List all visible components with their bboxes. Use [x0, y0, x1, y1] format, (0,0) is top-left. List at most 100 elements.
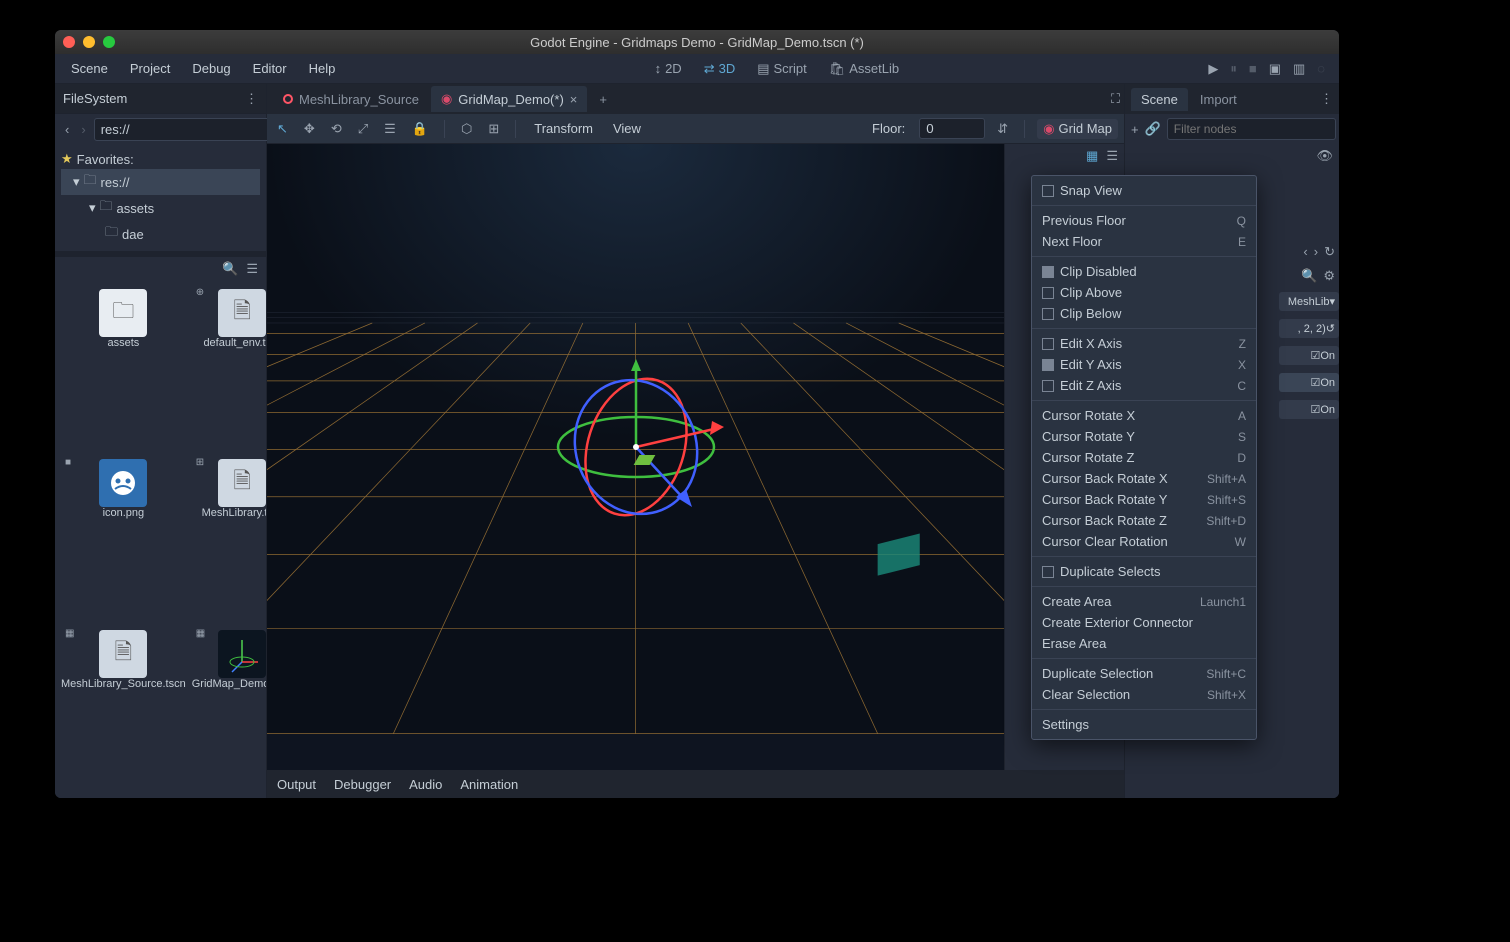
- list-tool-icon[interactable]: ☰: [380, 119, 400, 139]
- file-item[interactable]: ⊕🗎default_env.tres: [190, 285, 266, 453]
- menu-debug[interactable]: Debug: [182, 57, 240, 80]
- dock-menu-icon[interactable]: ⋮: [1320, 91, 1333, 107]
- file-item[interactable]: ▦🗎MeshLibrary_Source.tscn: [59, 626, 188, 794]
- ws-2d[interactable]: ↕2D: [647, 58, 690, 79]
- play-icon[interactable]: ▶: [1208, 61, 1218, 77]
- minimize-icon[interactable]: [83, 36, 95, 48]
- menu-project[interactable]: Project: [120, 57, 180, 80]
- settings-icon[interactable]: ⚙: [1323, 268, 1335, 284]
- dropdown-item[interactable]: Clip Below: [1032, 303, 1256, 324]
- dropdown-item[interactable]: Clip Above: [1032, 282, 1256, 303]
- list-view-icon[interactable]: ☰: [1106, 148, 1118, 164]
- dropdown-item[interactable]: Next FloorE: [1032, 231, 1256, 252]
- distraction-free-icon[interactable]: ⛶: [1107, 89, 1124, 109]
- ws-script[interactable]: ▤Script: [749, 58, 815, 80]
- nav-fwd-icon[interactable]: ›: [77, 120, 89, 139]
- tree-favorites[interactable]: ★Favorites:: [61, 149, 260, 169]
- zoom-icon[interactable]: [103, 36, 115, 48]
- dropdown-item[interactable]: Create AreaLaunch1: [1032, 591, 1256, 612]
- dropdown-item[interactable]: Cursor Rotate XA: [1032, 405, 1256, 426]
- tab-import[interactable]: Import: [1190, 88, 1247, 111]
- dropdown-item[interactable]: Duplicate SelectionShift+C: [1032, 663, 1256, 684]
- tab-output[interactable]: Output: [277, 777, 316, 792]
- transform-gizmo[interactable]: [536, 347, 736, 547]
- tab-scene[interactable]: Scene: [1131, 88, 1188, 111]
- close-icon[interactable]: [63, 36, 75, 48]
- dock-menu-icon[interactable]: ⋮: [245, 91, 258, 107]
- dropdown-item[interactable]: Erase Area: [1032, 633, 1256, 654]
- dropdown-item[interactable]: Snap View: [1032, 180, 1256, 201]
- select-tool-icon[interactable]: ↖: [273, 119, 292, 139]
- tree-root[interactable]: ▾🗀res://: [61, 169, 260, 195]
- play-scene-icon[interactable]: ▣: [1269, 61, 1281, 77]
- cell-size-field[interactable]: , 2, 2) ↺: [1279, 319, 1339, 338]
- menu-help[interactable]: Help: [299, 57, 346, 80]
- search-icon[interactable]: 🔍: [222, 261, 238, 277]
- dropdown-item[interactable]: Cursor Back Rotate YShift+S: [1032, 489, 1256, 510]
- dropdown-item[interactable]: Clip Disabled: [1032, 261, 1256, 282]
- ws-3d[interactable]: ⇄3D: [696, 58, 744, 80]
- dropdown-item[interactable]: Edit Y AxisX: [1032, 354, 1256, 375]
- dropdown-item[interactable]: Previous FloorQ: [1032, 210, 1256, 231]
- history-icon[interactable]: ↻: [1324, 244, 1335, 260]
- meshlib-field[interactable]: MeshLib ▾: [1279, 292, 1339, 311]
- rotate-tool-icon[interactable]: ⟲: [327, 119, 346, 139]
- tab-debugger[interactable]: Debugger: [334, 777, 391, 792]
- floor-input[interactable]: [919, 118, 985, 139]
- add-node-icon[interactable]: +: [1131, 122, 1139, 137]
- nav-back-icon[interactable]: ‹: [1303, 244, 1307, 260]
- snap-icon[interactable]: ⊞: [484, 119, 503, 139]
- pause-icon[interactable]: ⏸: [1230, 61, 1237, 77]
- tab-animation[interactable]: Animation: [460, 777, 518, 792]
- link-icon[interactable]: 🔗: [1145, 121, 1161, 137]
- scene-tree[interactable]: 👁: [1125, 144, 1339, 168]
- dropdown-item[interactable]: Cursor Clear RotationW: [1032, 531, 1256, 552]
- 3d-viewport[interactable]: [ Perspective ]: [267, 144, 1004, 770]
- dropdown-item[interactable]: Cursor Rotate ZD: [1032, 447, 1256, 468]
- tab-meshlib-source[interactable]: MeshLibrary_Source: [273, 87, 429, 112]
- dropdown-item[interactable]: Cursor Back Rotate ZShift+D: [1032, 510, 1256, 531]
- dropdown-item[interactable]: Create Exterior Connector: [1032, 612, 1256, 633]
- grid-view-icon[interactable]: ▦: [1086, 148, 1098, 164]
- dropdown-item[interactable]: Edit X AxisZ: [1032, 333, 1256, 354]
- local-icon[interactable]: ⬡: [457, 119, 476, 139]
- toggle-on[interactable]: ☑ On: [1279, 373, 1339, 392]
- tree-dae[interactable]: 🗀dae: [61, 221, 260, 247]
- dropdown-item[interactable]: Clear SelectionShift+X: [1032, 684, 1256, 705]
- file-item[interactable]: 🗀assets: [59, 285, 188, 453]
- toggle-on[interactable]: ☑ On: [1279, 346, 1339, 365]
- toggle-on[interactable]: ☑ On: [1279, 400, 1339, 419]
- dropdown-item[interactable]: Duplicate Selects: [1032, 561, 1256, 582]
- visibility-icon[interactable]: 👁: [1316, 148, 1333, 164]
- menu-editor[interactable]: Editor: [243, 57, 297, 80]
- path-input[interactable]: [94, 118, 284, 141]
- nav-back-icon[interactable]: ‹: [61, 120, 73, 139]
- search-icon[interactable]: 🔍: [1301, 268, 1317, 284]
- dropdown-item[interactable]: Cursor Rotate YS: [1032, 426, 1256, 447]
- nav-fwd-icon[interactable]: ›: [1314, 244, 1318, 260]
- file-item[interactable]: ⊞🗎MeshLibrary.tres: [190, 455, 266, 623]
- lock-tool-icon[interactable]: 🔒: [408, 119, 432, 139]
- view-menu[interactable]: View: [607, 121, 647, 136]
- new-tab-button[interactable]: +: [589, 87, 617, 112]
- transform-menu[interactable]: Transform: [528, 121, 599, 136]
- menu-scene[interactable]: Scene: [61, 57, 118, 80]
- close-icon[interactable]: ×: [570, 92, 578, 107]
- move-tool-icon[interactable]: ✥: [300, 119, 319, 139]
- gridmap-menu-button[interactable]: ◉Grid Map: [1037, 119, 1118, 139]
- stop-icon[interactable]: ■: [1249, 61, 1257, 76]
- floor-spinner-icon[interactable]: ⇵: [993, 119, 1012, 139]
- ws-assetlib[interactable]: 🛍AssetLib: [821, 58, 907, 80]
- tab-audio[interactable]: Audio: [409, 777, 442, 792]
- view-mode-icon[interactable]: ☰: [246, 261, 258, 277]
- filter-nodes-input[interactable]: [1167, 118, 1336, 140]
- dropdown-item[interactable]: Settings: [1032, 714, 1256, 735]
- play-custom-icon[interactable]: ▥: [1293, 61, 1305, 77]
- tree-assets[interactable]: ▾🗀assets: [61, 195, 260, 221]
- file-item[interactable]: ▦GridMap_Demo.tscn: [190, 626, 266, 794]
- dropdown-item[interactable]: Edit Z AxisC: [1032, 375, 1256, 396]
- file-item[interactable]: ■icon.png: [59, 455, 188, 623]
- scale-tool-icon[interactable]: ⤢: [354, 119, 372, 139]
- dropdown-item[interactable]: Cursor Back Rotate XShift+A: [1032, 468, 1256, 489]
- tab-gridmap-demo[interactable]: ◉GridMap_Demo(*)×: [431, 86, 587, 112]
